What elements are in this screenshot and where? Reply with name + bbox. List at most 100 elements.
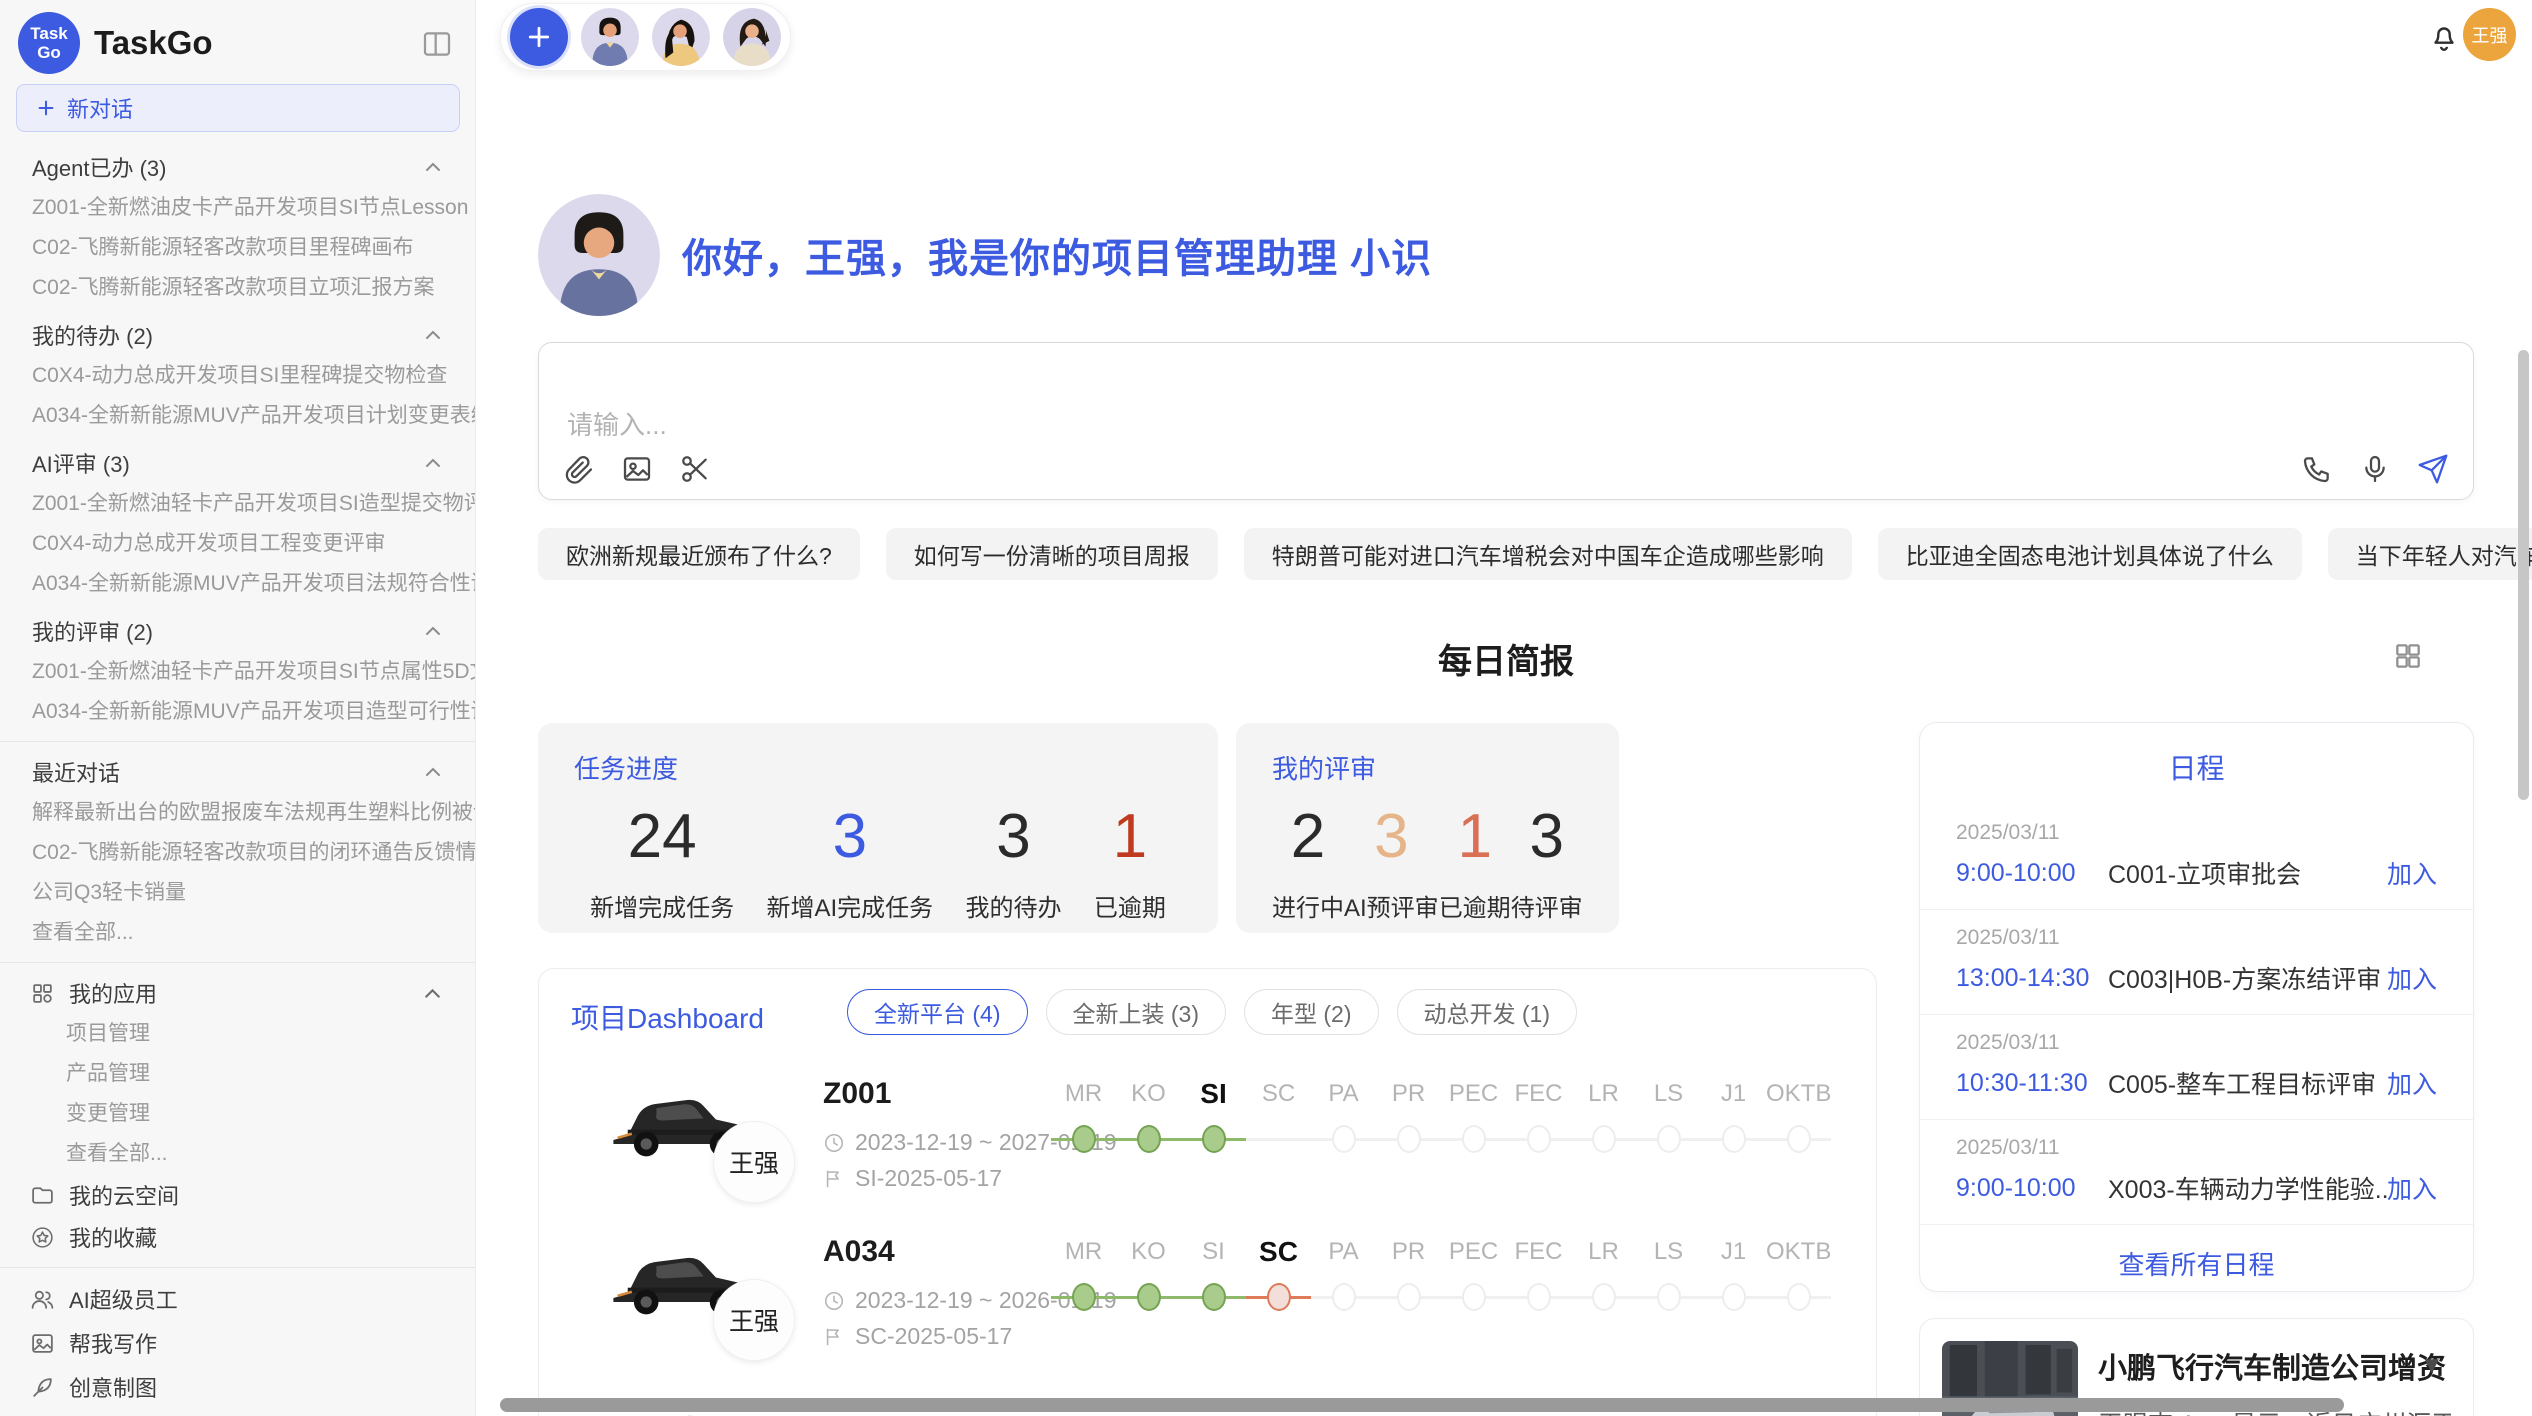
phone-call-icon[interactable] — [2301, 453, 2333, 485]
vertical-scrollbar[interactable] — [2518, 350, 2529, 800]
recent-chat-item[interactable]: 公司Q3轻卡销量 — [0, 873, 475, 913]
sidebar-task-item[interactable]: A034-全新新能源MUV产品开发项目计划变更表编写 — [0, 396, 475, 436]
sidebar-task-item[interactable]: A034-全新新能源MUV产品开发项目法规符合性评审 — [0, 564, 475, 604]
my-apps-item[interactable]: 变更管理 — [0, 1094, 475, 1134]
stat-item: 1 已逾期 — [1094, 800, 1166, 923]
sidebar-section-header[interactable]: AI评审 (3) — [0, 442, 475, 484]
sidebar-tool-icon — [30, 1331, 55, 1356]
join-meeting-link[interactable]: 加入 — [2387, 855, 2437, 891]
dashboard-tab[interactable]: 全新上装 (3) — [1046, 989, 1227, 1035]
sidebar-task-item[interactable]: C02-飞腾新能源轻客改款项目里程碑画布 — [0, 228, 475, 268]
schedule-time: 9:00-10:00 — [1956, 859, 2108, 888]
milestone-label: PEC — [1441, 1073, 1506, 1115]
conversation-avatar[interactable] — [581, 8, 639, 66]
sidebar-link-item[interactable]: 我的收藏 — [0, 1216, 475, 1258]
suggestion-chip[interactable]: 欧洲新规最近颁布了什么? — [538, 528, 860, 580]
stat-item: 24 新增完成任务 — [590, 800, 734, 923]
recent-chat-item[interactable]: 查看全部... — [0, 913, 475, 953]
milestone: J1 — [1701, 1231, 1766, 1311]
sidebar-link-item[interactable]: 我的云空间 — [0, 1174, 475, 1216]
chevron-up-icon[interactable] — [420, 981, 445, 1006]
milestone-dot — [1527, 1125, 1551, 1153]
conversation-avatar[interactable] — [652, 8, 710, 66]
chevron-up-icon[interactable] — [421, 760, 445, 784]
sidebar-task-item[interactable]: Z001-全新燃油皮卡产品开发项目SI节点Lesson Learn报告 — [0, 188, 475, 228]
stat-item: 3 待评审 — [1511, 800, 1583, 923]
sidebar-link-icon — [30, 1225, 55, 1250]
project-row[interactable]: 王强 A034 2023-12-19 ~ 2026-01-19 SC-2025-… — [539, 1225, 1877, 1375]
sidebar-item-my-apps[interactable]: 我的应用 — [0, 972, 475, 1014]
suggestion-chip[interactable]: 特朗普可能对进口汽车增税会对中国车企造成哪些影响 — [1244, 528, 1852, 580]
stat-item: 1 已逾期 — [1439, 800, 1511, 923]
input-attachments — [563, 453, 711, 485]
sidebar-tool-item[interactable]: 创意制图 — [0, 1365, 475, 1409]
add-conversation-button[interactable] — [510, 8, 568, 66]
paperclip-icon[interactable] — [563, 453, 595, 485]
horizontal-scrollbar[interactable] — [500, 1398, 2344, 1412]
suggestion-chip[interactable]: 如何写一份清晰的项目周报 — [886, 528, 1218, 580]
dashboard-tab[interactable]: 动总开发 (1) — [1397, 989, 1578, 1035]
schedule-item: 2025/03/11 10:30-11:30 C005-整车工程目标评审 加入 — [1920, 1015, 2473, 1120]
join-meeting-link[interactable]: 加入 — [2387, 1170, 2437, 1206]
chat-input-box[interactable]: 请输入... — [538, 342, 2474, 500]
sidebar-tool-item[interactable]: AI超级员工 — [0, 1277, 475, 1321]
sidebar-tool-item[interactable]: 帮我写作 — [0, 1321, 475, 1365]
my-apps-item[interactable]: 查看全部... — [0, 1134, 475, 1174]
chevron-up-icon[interactable] — [421, 619, 445, 643]
send-icon[interactable] — [2417, 453, 2449, 485]
new-chat-button[interactable]: 新对话 — [16, 84, 460, 132]
chevron-up-icon[interactable] — [421, 155, 445, 179]
sidebar-section-header[interactable]: 我的待办 (2) — [0, 314, 475, 356]
recent-chat-item[interactable]: C02-飞腾新能源轻客改款项目的闭环通告反馈情况 — [0, 833, 475, 873]
stat-cards-row: 任务进度 24 新增完成任务 3 新增AI完成任务 3 我的待办 — [538, 723, 1619, 933]
microphone-icon[interactable] — [2359, 453, 2391, 485]
milestone-label: LS — [1636, 1231, 1701, 1273]
sidebar-task-sections: Agent已办 (3) Z001-全新燃油皮卡产品开发项目SI节点Lesson … — [0, 146, 475, 732]
project-row[interactable]: 王强 Z001 2023-12-19 ~ 2027-01-19 SI-2025-… — [539, 1067, 1877, 1217]
stat-card-title: 我的评审 — [1272, 749, 1583, 786]
view-all-schedule-link[interactable]: 查看所有日程 — [1920, 1245, 2473, 1282]
recent-chats-header[interactable]: 最近对话 — [0, 751, 475, 793]
milestone-dot — [1527, 1283, 1551, 1311]
layout-grid-icon[interactable] — [2392, 640, 2424, 672]
sidebar-divider — [0, 1267, 475, 1268]
sidebar-task-item[interactable]: C0X4-动力总成开发项目工程变更评审 — [0, 524, 475, 564]
conversation-avatar[interactable] — [723, 8, 781, 66]
scroll-down-arrow-icon[interactable]: ▼ — [2420, 1352, 2444, 1380]
schedule-item: 2025/03/11 9:00-10:00 X003-车辆动力学性能验... 加… — [1920, 1120, 2473, 1225]
chevron-up-icon[interactable] — [421, 451, 445, 475]
join-meeting-link[interactable]: 加入 — [2387, 1065, 2437, 1101]
sidebar-task-item[interactable]: C0X4-动力总成开发项目SI里程碑提交物检查 — [0, 356, 475, 396]
milestone-label: MR — [1051, 1073, 1116, 1115]
milestone-dot — [1722, 1125, 1746, 1153]
sidebar-task-item[interactable]: Z001-全新燃油轻卡产品开发项目SI造型提交物评审 — [0, 484, 475, 524]
dashboard-tab[interactable]: 年型 (2) — [1244, 989, 1379, 1035]
milestone-dot — [1137, 1283, 1161, 1311]
scissors-icon[interactable] — [679, 453, 711, 485]
milestone-dot — [1592, 1125, 1616, 1153]
sidebar-section-header[interactable]: 我的评审 (2) — [0, 610, 475, 652]
stat-grid: 24 新增完成任务 3 新增AI完成任务 3 我的待办 1 已逾期 — [574, 800, 1182, 923]
milestone-label: J1 — [1701, 1231, 1766, 1273]
sidebar-task-item[interactable]: Z001-全新燃油轻卡产品开发项目SI节点属性5D文件评审 — [0, 652, 475, 692]
stat-label: 进行中 — [1272, 888, 1344, 923]
sidebar-tools: AI超级员工 帮我写作 创意制图 — [0, 1277, 475, 1409]
recent-chat-item[interactable]: 解释最新出台的欧盟报废车法规再生塑料比例被调至15%... — [0, 793, 475, 833]
chevron-up-icon[interactable] — [421, 323, 445, 347]
dashboard-tab[interactable]: 全新平台 (4) — [847, 989, 1028, 1035]
join-meeting-link[interactable]: 加入 — [2387, 960, 2437, 996]
sidebar-section-header[interactable]: Agent已办 (3) — [0, 146, 475, 188]
sidebar-task-item[interactable]: A034-全新新能源MUV产品开发项目造型可行性评审 — [0, 692, 475, 732]
image-upload-icon[interactable] — [621, 453, 653, 485]
user-avatar[interactable]: 王强 — [2463, 8, 2516, 61]
my-apps-item[interactable]: 产品管理 — [0, 1054, 475, 1094]
milestone-dot — [1592, 1283, 1616, 1311]
my-apps-item[interactable]: 项目管理 — [0, 1014, 475, 1054]
notification-bell-icon[interactable] — [2427, 20, 2461, 54]
project-flag-text: SC-2025-05-17 — [855, 1323, 1012, 1350]
sidebar-task-item[interactable]: C02-飞腾新能源轻客改款项目立项汇报方案 — [0, 268, 475, 308]
suggestion-chip[interactable]: 当下年轻人对汽车外观有怎样的喜好趋势 — [2328, 528, 2532, 580]
collapse-sidebar-icon[interactable] — [421, 28, 453, 60]
suggestion-chip[interactable]: 比亚迪全固态电池计划具体说了什么 — [1878, 528, 2302, 580]
stat-label: AI预评审 — [1344, 888, 1439, 923]
